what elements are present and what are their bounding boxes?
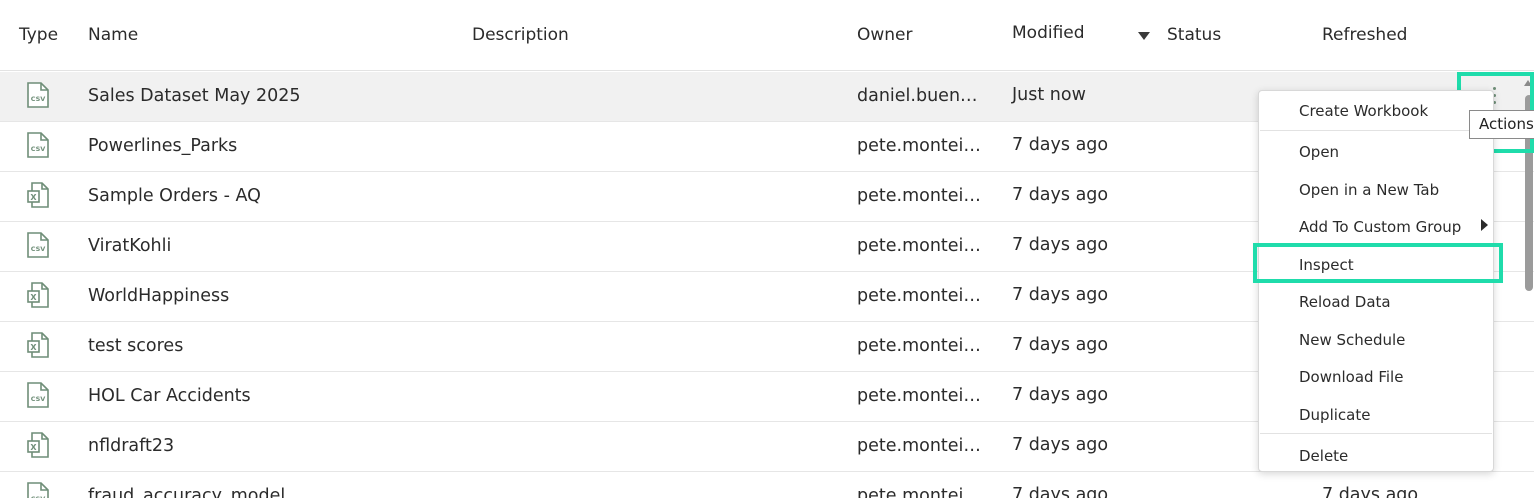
dataset-modified: 7 days ago: [1012, 385, 1109, 405]
inspect-highlight: [1253, 243, 1503, 283]
dataset-modified: 7 days ago: [1012, 235, 1109, 255]
dataset-name[interactable]: HOL Car Accidents: [88, 386, 251, 406]
dataset-owner: pete.monteir…: [857, 486, 983, 498]
excel-file-icon: X: [27, 282, 49, 308]
dataset-modified: 7 days ago: [1012, 335, 1109, 355]
dataset-owner: daniel.bueno…: [857, 86, 983, 106]
menu-item-create-workbook[interactable]: Create Workbook: [1299, 102, 1428, 120]
dataset-name[interactable]: ViratKohli: [88, 236, 171, 256]
svg-text:CSV: CSV: [31, 95, 46, 103]
svg-text:X: X: [30, 443, 37, 452]
sort-descending-icon[interactable]: [1138, 32, 1150, 40]
table-row[interactable]: CSV fraud_accuracy_model pete.monteir… 7 d…: [0, 472, 1534, 498]
menu-item-open-new-tab[interactable]: Open in a New Tab: [1299, 181, 1439, 199]
menu-item-download-file[interactable]: Download File: [1299, 368, 1403, 386]
svg-text:X: X: [30, 293, 37, 302]
submenu-arrow-icon: [1481, 219, 1488, 231]
column-header-modified[interactable]: Modified: [1012, 23, 1085, 43]
dataset-name[interactable]: Sample Orders - AQ: [88, 186, 261, 206]
column-header-name[interactable]: Name: [88, 25, 138, 45]
dataset-owner: pete.monteir…: [857, 236, 983, 256]
menu-item-delete[interactable]: Delete: [1299, 447, 1348, 465]
svg-text:CSV: CSV: [31, 145, 46, 153]
dataset-name[interactable]: nfldraft23: [88, 436, 174, 456]
csv-file-icon: CSV: [27, 82, 49, 108]
dataset-modified: Just now: [1012, 85, 1086, 105]
csv-file-icon: CSV: [27, 482, 49, 498]
column-header-description[interactable]: Description: [472, 25, 569, 45]
dataset-owner: pete.monteir…: [857, 336, 983, 356]
dataset-name[interactable]: WorldHappiness: [88, 286, 229, 306]
column-header-refreshed[interactable]: Refreshed: [1322, 25, 1407, 45]
dataset-name[interactable]: test scores: [88, 336, 183, 356]
dataset-modified: 7 days ago: [1012, 185, 1109, 205]
csv-file-icon: CSV: [27, 232, 49, 258]
menu-item-reload-data[interactable]: Reload Data: [1299, 293, 1391, 311]
actions-tooltip: Actions: [1469, 110, 1534, 139]
dataset-owner: pete.monteir…: [857, 286, 983, 306]
dataset-modified: 7 days ago: [1012, 135, 1109, 155]
svg-text:CSV: CSV: [31, 245, 46, 253]
dataset-name[interactable]: Sales Dataset May 2025: [88, 86, 301, 106]
dataset-refreshed: 7 days ago: [1322, 485, 1419, 498]
dataset-list-page: Type Name Description Owner Modified Sta…: [0, 0, 1534, 498]
menu-separator: [1260, 433, 1492, 434]
svg-text:X: X: [30, 343, 37, 352]
dataset-modified: 7 days ago: [1012, 485, 1109, 498]
menu-item-add-to-custom-group[interactable]: Add To Custom Group: [1299, 218, 1461, 236]
excel-file-icon: X: [27, 432, 49, 458]
column-header-status[interactable]: Status: [1167, 25, 1221, 45]
excel-file-icon: X: [27, 332, 49, 358]
column-header-owner[interactable]: Owner: [857, 25, 913, 45]
menu-item-open[interactable]: Open: [1299, 143, 1339, 161]
svg-text:CSV: CSV: [31, 395, 46, 403]
dataset-name[interactable]: Powerlines_Parks: [88, 136, 237, 156]
table-header: Type Name Description Owner Modified Sta…: [0, 0, 1534, 71]
dataset-modified: 7 days ago: [1012, 435, 1109, 455]
dataset-owner: pete.monteir…: [857, 386, 983, 406]
menu-separator: [1260, 130, 1492, 131]
excel-file-icon: X: [27, 182, 49, 208]
dataset-owner: pete.monteir…: [857, 186, 983, 206]
csv-file-icon: CSV: [27, 132, 49, 158]
menu-item-new-schedule[interactable]: New Schedule: [1299, 331, 1405, 349]
menu-item-duplicate[interactable]: Duplicate: [1299, 406, 1370, 424]
dataset-name[interactable]: fraud_accuracy_model: [88, 486, 285, 498]
dataset-owner: pete.monteir…: [857, 136, 983, 156]
csv-file-icon: CSV: [27, 382, 49, 408]
svg-text:X: X: [30, 193, 37, 202]
column-header-type[interactable]: Type: [19, 25, 58, 45]
dataset-modified: 7 days ago: [1012, 285, 1109, 305]
dataset-owner: pete.monteir…: [857, 436, 983, 456]
